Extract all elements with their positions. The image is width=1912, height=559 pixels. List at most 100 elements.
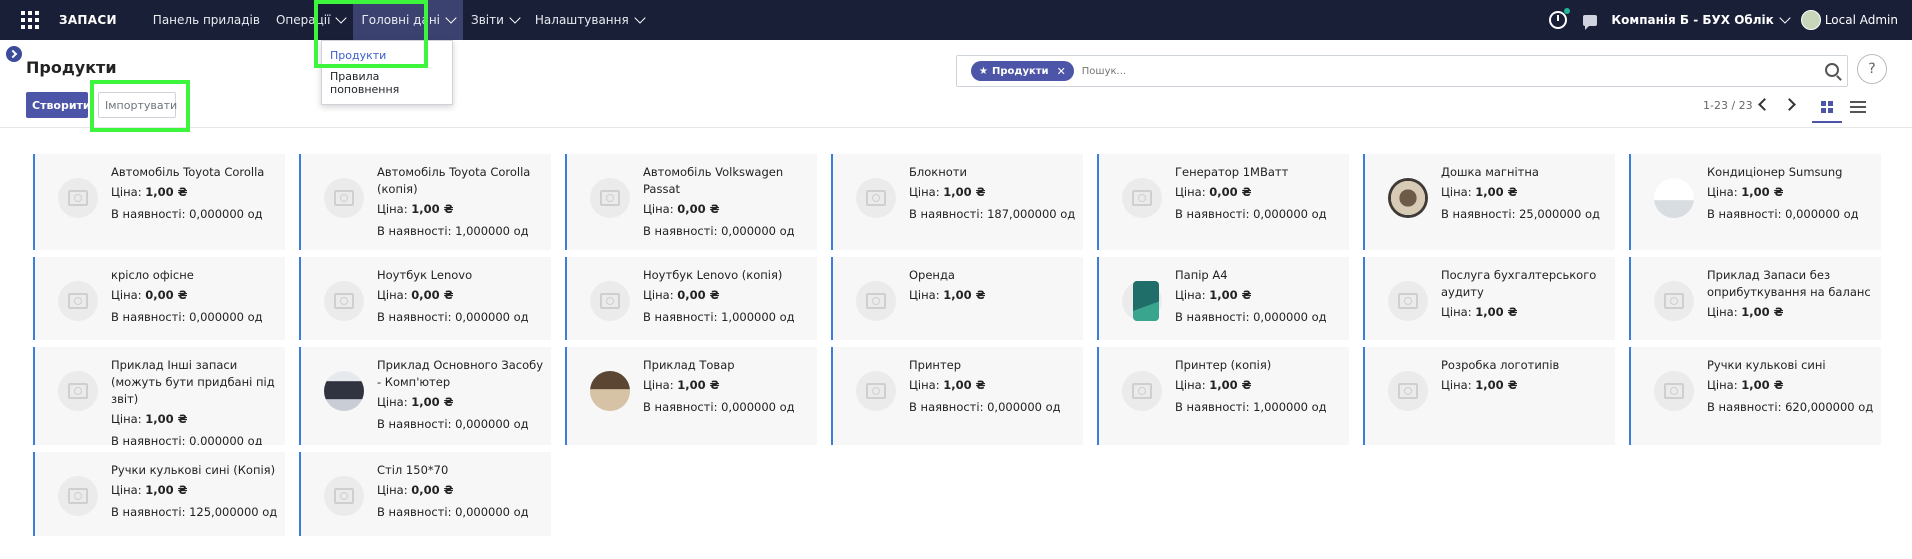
product-stock: В наявності: 620,000000 од (1707, 396, 1879, 418)
apps-menu-icon[interactable] (21, 11, 39, 29)
product-price: Ціна: 1,00 ₴ (643, 374, 815, 396)
list-view-button[interactable] (1850, 101, 1866, 113)
stock-value: 0,000000 од (721, 400, 795, 414)
close-icon[interactable]: ✕ (1057, 65, 1066, 78)
product-image (58, 178, 98, 218)
user-menu[interactable]: Local Admin (1825, 13, 1898, 27)
kanban-view-button[interactable] (1812, 93, 1842, 123)
product-photo (1388, 178, 1428, 218)
price-value: 1,00 ₴ (1475, 378, 1518, 392)
product-image (324, 281, 364, 321)
price-value: 0,00 ₴ (411, 288, 454, 302)
activity-clock-icon[interactable] (1549, 8, 1571, 29)
camera-placeholder-icon (866, 293, 886, 309)
help-button[interactable]: ? (1857, 54, 1887, 84)
dropdown-item-replenishment[interactable]: Правила поповнення (322, 66, 452, 100)
product-image (590, 178, 630, 218)
avatar[interactable] (1800, 10, 1821, 30)
stock-label: В наявності: (643, 224, 718, 238)
product-name: Автомобіль Toyota Corolla (111, 165, 265, 179)
product-card[interactable]: Ноутбук Lenovo Ціна: 0,00 ₴ В наявності: 0… (299, 257, 551, 340)
product-card[interactable]: Блокноти Ціна: 1,00 ₴ В наявності: 187,000… (831, 154, 1083, 250)
price-value: 1,00 ₴ (943, 288, 986, 302)
top-navbar: ЗАПАСИ Панель приладів Операції Головні … (0, 0, 1912, 40)
pager-value[interactable]: 1-23 / 23 (1703, 99, 1753, 112)
menu-settings[interactable]: Налаштування (527, 0, 652, 40)
chat-icon[interactable] (1583, 14, 1598, 30)
import-button[interactable]: Імпортувати (98, 92, 177, 118)
price-value: 1,00 ₴ (1741, 378, 1784, 392)
product-price: Ціна: 1,00 ₴ (377, 391, 549, 413)
notification-dot (1564, 8, 1571, 14)
product-card[interactable]: Ручки кулькові сині (Копія) Ціна: 1,00 ₴ В… (33, 452, 285, 536)
product-card[interactable]: Дошка магнітна Ціна: 1,00 ₴ В наявності: 2… (1363, 154, 1615, 250)
product-photo (1654, 178, 1694, 218)
product-info: Приклад Запаси без оприбуткування на бал… (1707, 267, 1879, 323)
product-price: Ціна: 0,00 ₴ (643, 284, 815, 306)
chevron-down-icon (335, 12, 348, 24)
product-image (1654, 281, 1694, 321)
product-card[interactable]: Автомобіль Volkswagen Passat Ціна: 0,00 ₴… (565, 154, 817, 250)
chevron-right-icon[interactable] (1783, 98, 1796, 111)
stock-label: В наявності: (1707, 400, 1782, 414)
create-button[interactable]: Створити (26, 92, 91, 118)
product-card[interactable]: Стіл 150*70 Ціна: 0,00 ₴ В наявності: 0,00… (299, 452, 551, 536)
search-facet[interactable]: ★ Продукти ✕ (971, 61, 1074, 81)
product-price: Ціна: 1,00 ₴ (909, 181, 1081, 203)
price-label: Ціна: (1175, 185, 1206, 199)
product-stock: В наявності: 0,000000 од (1175, 203, 1347, 225)
stock-value: 0,000000 од (1253, 310, 1327, 324)
price-label: Ціна: (111, 412, 142, 426)
menu-dashboard[interactable]: Панель приладів (145, 0, 268, 40)
product-stock: В наявності: 1,000000 од (1175, 396, 1347, 418)
product-card[interactable]: Приклад Основного Засобу - Комп'ютер Ціна… (299, 347, 551, 445)
sidebar-toggle-icon[interactable] (6, 46, 22, 62)
product-price: Ціна: 1,00 ₴ (1441, 181, 1613, 203)
stock-value: 1,000000 од (1253, 400, 1327, 414)
product-card[interactable]: Послуга бухгалтерського аудиту Ціна: 1,00… (1363, 257, 1615, 340)
camera-placeholder-icon (1132, 383, 1152, 399)
menu-master-data[interactable]: Головні дані (353, 0, 464, 40)
stock-value: 0,000000 од (189, 207, 263, 221)
product-card[interactable]: крісло офісне Ціна: 0,00 ₴ В наявності: 0,… (33, 257, 285, 340)
product-name: Ручки кулькові сині (Копія) (111, 463, 276, 477)
menu-operations[interactable]: Операції (268, 0, 353, 40)
product-card[interactable]: Розробка логотипів Ціна: 1,00 ₴ (1363, 347, 1615, 445)
product-card[interactable]: Ручки кулькові сині Ціна: 1,00 ₴ В наявнос… (1629, 347, 1881, 445)
product-info: Ноутбук Lenovo (копія) Ціна: 0,00 ₴ В наяв… (643, 267, 815, 328)
price-label: Ціна: (1707, 305, 1738, 319)
product-card[interactable]: Автомобіль Toyota Corolla Ціна: 1,00 ₴ В н… (33, 154, 285, 250)
product-stock: В наявності: 25,000000 од (1441, 203, 1613, 225)
product-card[interactable]: Кондиціонер Sumsung Ціна: 1,00 ₴ В наявнос… (1629, 154, 1881, 250)
camera-placeholder-icon (1664, 383, 1684, 399)
product-card[interactable]: Приклад Товар Ціна: 1,00 ₴ В наявності: 0,… (565, 347, 817, 445)
product-card[interactable]: Приклад Запаси без оприбуткування на бал… (1629, 257, 1881, 340)
product-price: Ціна: 0,00 ₴ (377, 284, 549, 306)
app-brand[interactable]: ЗАПАСИ (59, 13, 117, 27)
product-name: Блокноти (909, 165, 967, 179)
product-price: Ціна: 1,00 ₴ (111, 408, 283, 430)
chevron-left-icon[interactable] (1758, 98, 1771, 111)
product-info: Оренда Ціна: 1,00 ₴ (909, 267, 1081, 306)
stock-label: В наявності: (1175, 207, 1250, 221)
menu-label: Звіти (471, 13, 504, 27)
product-card[interactable]: Принтер Ціна: 1,00 ₴ В наявності: 0,000000… (831, 347, 1083, 445)
price-label: Ціна: (909, 185, 940, 199)
product-name: Принтер (копія) (1175, 358, 1272, 372)
product-card[interactable]: Приклад Інші запаси (можуть бути придбан… (33, 347, 285, 445)
menu-reports[interactable]: Звіти (463, 0, 527, 40)
price-value: 1,00 ₴ (1209, 378, 1252, 392)
product-price: Ціна: 1,00 ₴ (1175, 374, 1347, 396)
company-switcher[interactable]: Компанія Б - БУХ Облік (1611, 12, 1791, 27)
product-card[interactable]: Папір А4 Ціна: 1,00 ₴ В наявності: 0,00000… (1097, 257, 1349, 340)
price-label: Ціна: (1707, 378, 1738, 392)
dropdown-item-products[interactable]: Продукти (322, 45, 452, 66)
product-card[interactable]: Автомобіль Toyota Corolla (копія) Ціна: 1… (299, 154, 551, 250)
product-info: Автомобіль Toyota Corolla Ціна: 1,00 ₴ В н… (111, 164, 283, 225)
search-icon[interactable] (1825, 63, 1839, 77)
product-card[interactable]: Оренда Ціна: 1,00 ₴ (831, 257, 1083, 340)
product-card[interactable]: Генератор 1МВатт Ціна: 0,00 ₴ В наявності:… (1097, 154, 1349, 250)
search-input[interactable] (1079, 64, 1784, 78)
product-card[interactable]: Принтер (копія) Ціна: 1,00 ₴ В наявності: … (1097, 347, 1349, 445)
product-card[interactable]: Ноутбук Lenovo (копія) Ціна: 0,00 ₴ В наяв… (565, 257, 817, 340)
